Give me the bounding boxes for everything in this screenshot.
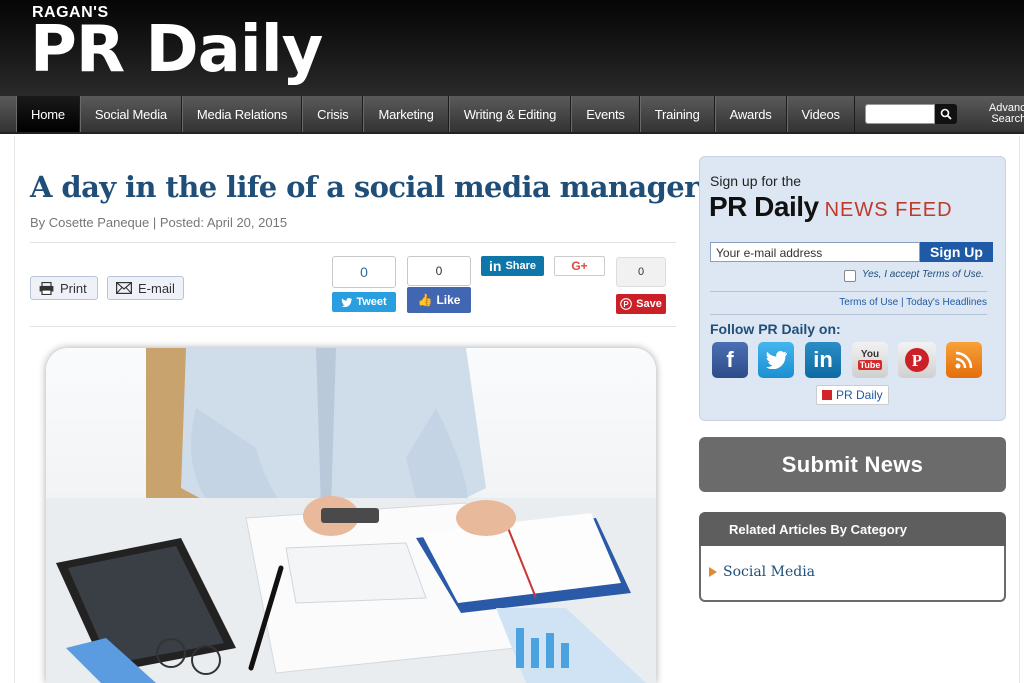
print-button[interactable]: Print — [30, 276, 98, 300]
thumbs-up-icon: 👍 — [417, 293, 433, 307]
google-plus-label: G+ — [571, 259, 588, 273]
nav-item-training[interactable]: Training — [639, 96, 715, 132]
youtube-text-top: You — [860, 349, 880, 360]
like-label: Like — [436, 293, 461, 307]
terms-links[interactable]: Terms of Use | Today's Headlines — [839, 297, 987, 308]
nav-item-events[interactable]: Events — [571, 96, 640, 132]
article-byline: By Cosette Paneque | Posted: April 20, 2… — [30, 215, 288, 230]
follow-label: Follow PR Daily on: — [710, 321, 841, 337]
nav-item-crisis[interactable]: Crisis — [302, 96, 364, 132]
signup-news-feed: NEWS FEED — [824, 199, 953, 221]
main-nav: Home Social Media Media Relations Crisis… — [0, 96, 1024, 134]
twitter-icon[interactable] — [758, 342, 794, 378]
advanced-search-line2: Search » — [991, 113, 1024, 125]
submit-news-button[interactable]: Submit News — [699, 437, 1006, 492]
office-desk-photo — [46, 348, 656, 683]
like-button[interactable]: 👍 Like — [407, 287, 471, 313]
related-item-label: Social Media — [723, 564, 816, 580]
divider — [710, 291, 987, 292]
article-title: A day in the life of a social media mana… — [30, 170, 699, 204]
nav-item-social-media[interactable]: Social Media — [79, 96, 182, 132]
signup-heading: PR Daily NEWS FEED — [709, 191, 953, 223]
nav-search — [855, 96, 957, 132]
terms-accept-label: Yes, I accept Terms of Use. — [862, 269, 984, 280]
envelope-icon — [116, 282, 132, 294]
flipboard-button[interactable]: PR Daily — [816, 385, 889, 405]
youtube-text-bottom: Tube — [857, 360, 883, 370]
nav-item-writing-editing[interactable]: Writing & Editing — [448, 96, 572, 132]
nav-item-home[interactable]: Home — [16, 96, 80, 132]
tweet-count: 0 — [332, 256, 396, 288]
linkedin-icon: in — [488, 258, 502, 274]
pinterest-icon: P — [620, 298, 632, 310]
print-label: Print — [60, 280, 87, 296]
related-item[interactable]: Social Media — [709, 564, 815, 580]
linkedin-share-button[interactable]: in Share — [481, 256, 544, 276]
nav-item-marketing[interactable]: Marketing — [363, 96, 449, 132]
newsletter-signup: Sign up for the PR Daily NEWS FEED Your … — [699, 156, 1006, 421]
linkedin-share-label: Share — [505, 260, 537, 272]
nav-item-media-relations[interactable]: Media Relations — [181, 96, 303, 132]
email-label: E-mail — [138, 280, 175, 296]
related-articles-list: Social Media — [699, 546, 1006, 602]
article-hero-image — [46, 348, 656, 683]
divider — [30, 326, 676, 327]
rss-icon[interactable] — [946, 342, 982, 378]
youtube-icon[interactable]: You Tube — [852, 342, 888, 378]
search-button[interactable] — [934, 104, 957, 124]
linkedin-icon[interactable]: in — [805, 342, 841, 378]
divider — [30, 242, 676, 243]
svg-text:P: P — [912, 351, 922, 370]
pinterest-save-button[interactable]: P Save — [616, 294, 666, 314]
signup-intro: Sign up for the — [710, 173, 802, 189]
search-input[interactable] — [864, 104, 935, 124]
pinterest-save-label: Save — [636, 298, 662, 310]
tweet-label: Tweet — [356, 296, 387, 308]
email-button[interactable]: E-mail — [107, 276, 184, 300]
site-header: RAGAN'S PR Daily — [0, 0, 1024, 96]
svg-text:P: P — [623, 300, 629, 309]
like-count: 0 — [407, 256, 471, 286]
nav-item-awards[interactable]: Awards — [714, 96, 787, 132]
terms-checkbox[interactable] — [844, 270, 856, 282]
flipboard-label: PR Daily — [836, 388, 883, 402]
advanced-search-link[interactable]: Advanced Search » — [989, 96, 1024, 132]
signup-button[interactable]: Sign Up — [920, 242, 993, 262]
tweet-button[interactable]: Tweet — [332, 292, 396, 312]
pinterest-icon[interactable]: P — [898, 342, 936, 378]
search-icon — [940, 108, 952, 120]
divider — [710, 314, 987, 315]
google-plus-button[interactable]: G+ — [554, 256, 605, 276]
twitter-icon — [341, 297, 353, 307]
facebook-icon[interactable]: f — [712, 342, 748, 378]
email-field[interactable]: Your e-mail address — [710, 242, 920, 262]
signup-brand: PR Daily — [709, 191, 819, 222]
site-logo[interactable]: PR Daily — [30, 14, 323, 86]
flipboard-icon — [822, 390, 832, 400]
pin-count: 0 — [616, 257, 666, 287]
printer-icon — [39, 281, 54, 295]
nav-item-videos[interactable]: Videos — [786, 96, 855, 132]
triangle-bullet-icon — [709, 567, 717, 577]
related-articles-heading: Related Articles By Category — [699, 512, 1006, 546]
